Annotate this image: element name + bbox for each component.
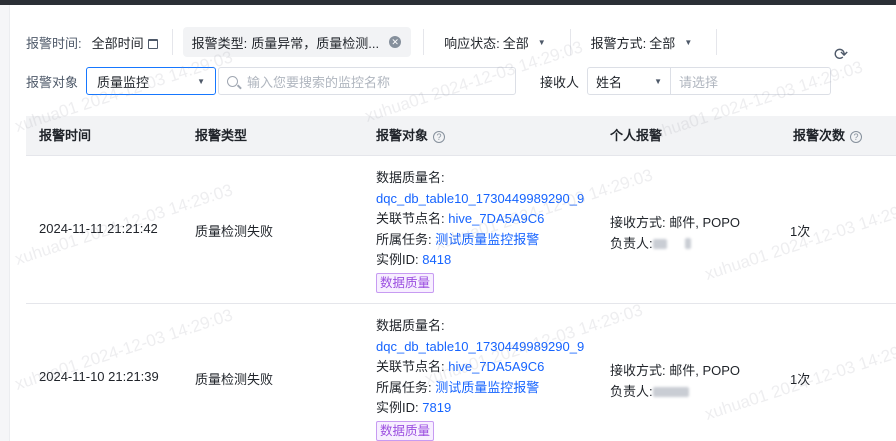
node-line: 关联节点名: hive_7DA5A9C6 [376,209,584,229]
alarm-time: 2024-11-10 21:21:39 [39,369,159,384]
side-panel-edge [0,5,10,441]
task-line: 所属任务: 测试质量监控报警 [376,230,584,250]
top-bar [0,0,896,5]
monitor-search-input[interactable]: 输入您要搜索的监控名称 [218,67,517,95]
filter-row-1: 报警时间: 全部时间 报警类型: 质量异常，质量检测... ✕ 响应状态: 全部… [26,27,727,57]
receiver-field-value: 姓名 [596,74,623,90]
alarm-time-picker[interactable]: 全部时间 [92,33,158,52]
alarm-time-label: 报警时间: [26,35,82,51]
instance-line: 实例ID: 7819 [376,398,584,418]
response-status-value: 全部 [502,35,529,51]
alarm-type: 质量检测失败 [195,372,274,387]
table-row[interactable]: 2024-11-11 21:21:42 质量检测失败 数据质量名: dqc_db… [26,157,896,304]
col-alarm-time: 报警时间 [39,128,92,143]
alarm-object: 数据质量名: dqc_db_table10_1730449989290_9 关联… [376,168,584,293]
node-link[interactable]: hive_7DA5A9C6 [448,211,544,226]
caret-down-icon: ▼ [197,76,206,86]
divider [171,29,173,55]
caret-down-icon: ▼ [684,37,693,47]
col-alarm-object: 报警对象? [376,116,446,156]
help-icon[interactable]: ? [850,131,863,143]
col-personal-alarm: 个人报警 [610,128,663,143]
task-line: 所属任务: 测试质量监控报警 [376,378,584,398]
col-alarm-object-label: 报警对象 [376,128,429,143]
alarm-type-filter[interactable]: 报警类型: 质量异常，质量检测... ✕ [182,27,412,57]
node-link[interactable]: hive_7DA5A9C6 [448,359,544,374]
filter-row-2: 报警对象 质量监控 ▼ 输入您要搜索的监控名称 接收人 姓名 ▼ 请选择 [26,66,832,96]
personal-alarm: 接收方式: 邮件, POPO 负责人: [610,361,740,402]
divider [569,29,571,55]
col-alarm-count-label: 报警次数 [793,128,846,143]
receiver-label: 接收人 [540,74,580,90]
object-name-link[interactable]: dqc_db_table10_1730449989290_9 [376,337,584,357]
task-label: 所属任务: [376,379,432,395]
receiver-placeholder: 请选择 [679,74,719,90]
instance-link[interactable]: 7819 [422,400,451,415]
receiver-field-select[interactable]: 姓名 ▼ [587,67,672,95]
redacted-name [652,386,689,397]
col-alarm-type: 报警类型 [195,128,248,143]
object-name-label: 数据质量名: [376,170,445,185]
help-icon[interactable]: ? [433,131,446,143]
alarm-type-value: 质量异常，质量检测... [251,35,380,51]
data-quality-tag: 数据质量 [376,272,435,293]
refresh-icon[interactable]: ⟳ [832,46,850,64]
calendar-icon [147,38,158,49]
object-name-label: 数据质量名: [376,318,445,333]
task-link[interactable]: 测试质量监控报警 [435,380,539,395]
response-status-label: 响应状态: [444,35,500,51]
data-quality-tag: 数据质量 [376,420,435,441]
task-label: 所属任务: [376,231,432,247]
alarm-method-label: 报警方式: [590,35,647,51]
alarm-time: 2024-11-11 21:21:42 [39,221,158,236]
clear-icon[interactable]: ✕ [389,36,402,48]
receiver-select[interactable]: 请选择 [671,67,832,95]
caret-down-icon: ▼ [537,37,546,47]
alarm-count: 1次 [790,224,811,239]
alarm-time-value: 全部时间 [91,35,144,51]
object-name-link[interactable]: dqc_db_table10_1730449989290_9 [376,189,584,209]
response-status-filter[interactable]: 响应状态: 全部 ▼ [444,33,546,52]
redacted-name [652,238,667,249]
personal-alarm: 接收方式: 邮件, POPO 负责人: [610,213,740,254]
caret-down-icon: ▼ [654,76,663,86]
alarm-object-select[interactable]: 质量监控 ▼ [86,67,217,95]
receive-method: 接收方式: 邮件, POPO [610,363,741,378]
alarm-type: 质量检测失败 [195,224,274,239]
table-row[interactable]: 2024-11-10 21:21:39 质量检测失败 数据质量名: dqc_db… [26,305,896,441]
task-link[interactable]: 测试质量监控报警 [435,232,539,247]
alarm-count: 1次 [790,372,811,387]
owner-line: 负责人: [610,382,740,402]
owner-label: 负责人: [610,235,653,251]
alarm-type-label: 报警类型: [191,35,248,51]
instance-label: 实例ID: [376,400,419,415]
alarm-object-label: 报警对象 [26,74,79,90]
divider [716,29,718,55]
search-placeholder: 输入您要搜索的监控名称 [247,74,391,90]
redacted-name [684,237,691,249]
receive-method: 接收方式: 邮件, POPO [610,215,741,230]
instance-link[interactable]: 8418 [422,252,451,267]
alarm-method-filter[interactable]: 报警方式: 全部 ▼ [591,33,693,52]
owner-line: 负责人: [610,234,740,254]
divider [423,29,425,55]
alarm-method-value: 全部 [649,35,676,51]
alarm-object: 数据质量名: dqc_db_table10_1730449989290_9 关联… [376,316,584,441]
alarm-object-value: 质量监控 [97,74,150,90]
node-line: 关联节点名: hive_7DA5A9C6 [376,357,584,377]
node-label: 关联节点名: [376,359,445,374]
instance-label: 实例ID: [376,252,419,267]
instance-line: 实例ID: 8418 [376,250,584,270]
col-alarm-count: 报警次数? [793,116,863,156]
table-header: 报警时间 报警类型 报警对象? 个人报警 报警次数? [26,116,896,156]
owner-label: 负责人: [610,383,653,399]
search-icon [227,75,239,87]
node-label: 关联节点名: [376,211,445,226]
